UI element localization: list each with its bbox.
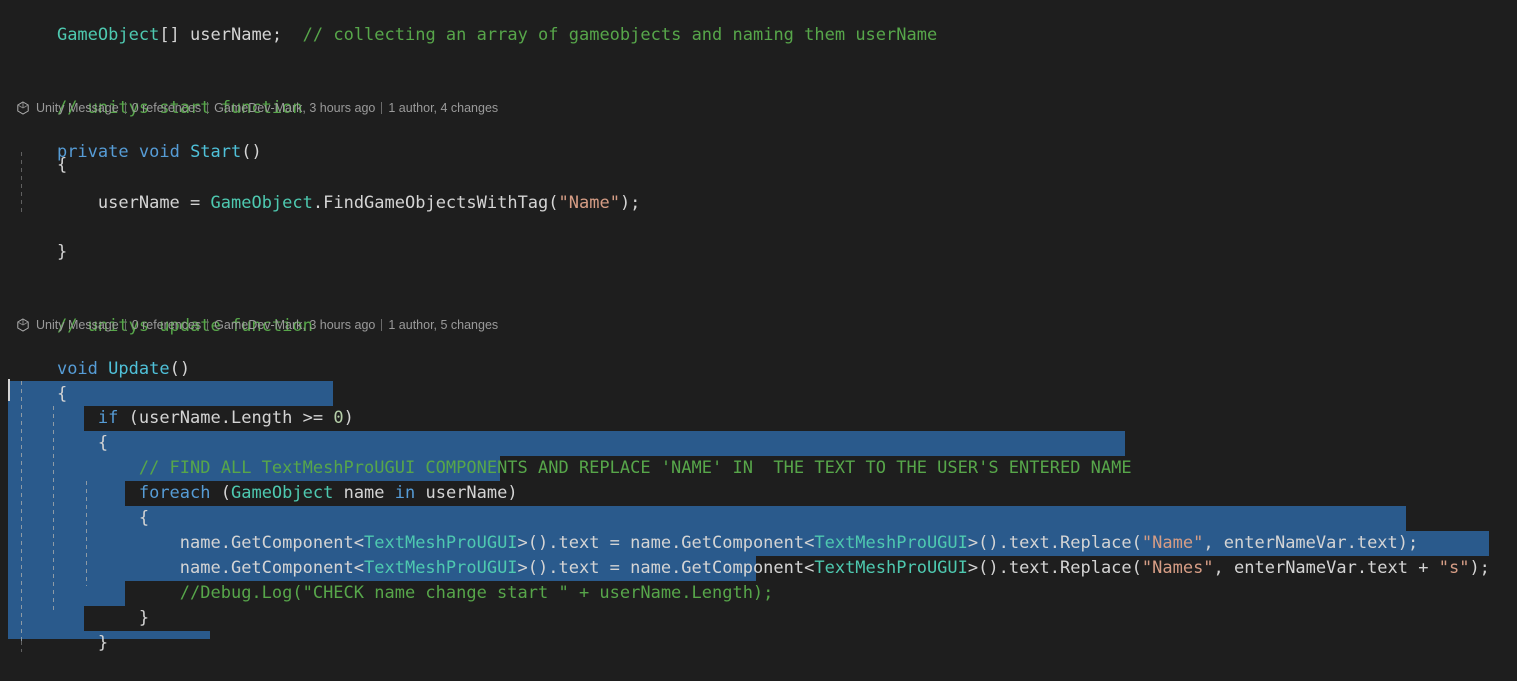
code-line-brace-open-update[interactable]: {: [16, 357, 67, 404]
token-tail: );: [619, 193, 641, 213]
token-array-brackets: []: [159, 25, 180, 45]
codelens-author-link[interactable]: GameDev-Mark, 3 hours ago: [208, 316, 381, 334]
code-line-if-condition[interactable]: if (userName.Length >= 0): [16, 381, 354, 428]
token-type-gameobject: GameObject: [230, 483, 334, 503]
token-replace-arg: , enterNameVar.text +: [1213, 558, 1439, 578]
token-brace-close: }: [138, 608, 150, 628]
token-brace-close: }: [56, 242, 68, 262]
token-method-call: .FindGameObjectsWithTag(: [312, 193, 559, 213]
token-paren-open: (: [210, 483, 231, 503]
codelens-scope-label[interactable]: Unity Message: [30, 99, 125, 117]
code-line-brace-close-if[interactable]: }: [16, 606, 108, 653]
code-line-brace-open-start[interactable]: {: [16, 128, 67, 175]
token-type-gameobject: GameObject: [210, 193, 313, 213]
unity-cube-icon: [16, 101, 30, 115]
code-line-replace-name[interactable]: name.GetComponent<TextMeshProUGUI>().tex…: [16, 506, 1418, 553]
text-caret: [8, 379, 10, 401]
token-tail: );: [1469, 558, 1490, 578]
token-field-name: userName;: [179, 25, 283, 45]
token-assign: =: [179, 193, 211, 213]
code-line-brace-close-start[interactable]: }: [16, 215, 67, 262]
code-line-replace-names[interactable]: name.GetComponent<TextMeshProUGUI>().tex…: [16, 531, 1490, 578]
token-replace-call: >().text.Replace(: [967, 558, 1142, 578]
token-method-update: Update: [108, 359, 170, 379]
token-comment-field: // collecting an array of gameobjects an…: [302, 25, 938, 45]
codelens-references-link[interactable]: 0 references: [126, 316, 207, 334]
code-line-comment-find-all[interactable]: // FIND ALL TextMeshProUGUI COMPONENTS A…: [16, 431, 1132, 478]
token-collection: userName): [415, 483, 518, 503]
token-brace-close: }: [97, 633, 109, 653]
code-line-comment-update-function[interactable]: // unitys update function: [16, 289, 313, 336]
code-line-find-gameobjects[interactable]: userName = GameObject.FindGameObjectsWit…: [16, 166, 641, 213]
code-line-comment-start-function[interactable]: // unitys start function: [16, 71, 303, 118]
token-string-name: "Name": [558, 193, 620, 213]
token-type-tmpugui: TextMeshProUGUI: [814, 558, 968, 578]
token-paren-close: ): [343, 408, 354, 428]
code-line-signature-update[interactable]: void Update(): [16, 332, 190, 379]
code-editor[interactable]: GameObject[] userName; // collecting an …: [0, 0, 1517, 653]
token-string-s: "s": [1438, 558, 1470, 578]
token-keyword-private: private: [56, 142, 129, 162]
codelens-scope-label[interactable]: Unity Message: [30, 316, 125, 334]
codelens-history-link[interactable]: 1 author, 4 changes: [382, 99, 504, 117]
codelens-history-link[interactable]: 1 author, 5 changes: [382, 316, 504, 334]
token-parens: (): [241, 142, 262, 162]
code-line-brace-close-foreach[interactable]: }: [16, 581, 149, 628]
token-type-gameobject: GameObject: [56, 25, 160, 45]
token-parens: (): [169, 359, 191, 379]
token-string-names: "Names": [1141, 558, 1214, 578]
token-comment-debug-log: //Debug.Log("CHECK name change start " +…: [179, 583, 774, 603]
token-keyword-void: void: [138, 142, 180, 162]
token-number-zero: 0: [333, 408, 344, 428]
codelens-start[interactable]: Unity Message 0 references GameDev-Mark,…: [16, 99, 504, 117]
code-line-comment-debug-log[interactable]: //Debug.Log("CHECK name change start " +…: [16, 556, 774, 603]
editor-glyph-margin[interactable]: [0, 0, 8, 652]
token-ident-username: userName: [97, 193, 180, 213]
token-keyword-in: in: [394, 483, 416, 503]
codelens-references-link[interactable]: 0 references: [126, 99, 207, 117]
code-line-foreach[interactable]: foreach (GameObject name in userName): [16, 456, 518, 503]
codelens-author-link[interactable]: GameDev-Mark, 3 hours ago: [208, 99, 381, 117]
code-line-brace-open-foreach[interactable]: {: [16, 481, 149, 528]
code-line-field-declaration[interactable]: GameObject[] userName; // collecting an …: [16, 0, 937, 45]
unity-cube-icon: [16, 318, 30, 332]
token-keyword-foreach: foreach: [138, 483, 211, 503]
token-loop-var: name: [333, 483, 395, 503]
token-condition: (userName.Length >=: [118, 408, 334, 428]
codelens-update[interactable]: Unity Message 0 references GameDev-Mark,…: [16, 316, 504, 334]
code-line-brace-open-if[interactable]: {: [16, 406, 108, 453]
token-inline-comment: [282, 25, 302, 45]
token-method-start: Start: [190, 142, 242, 162]
